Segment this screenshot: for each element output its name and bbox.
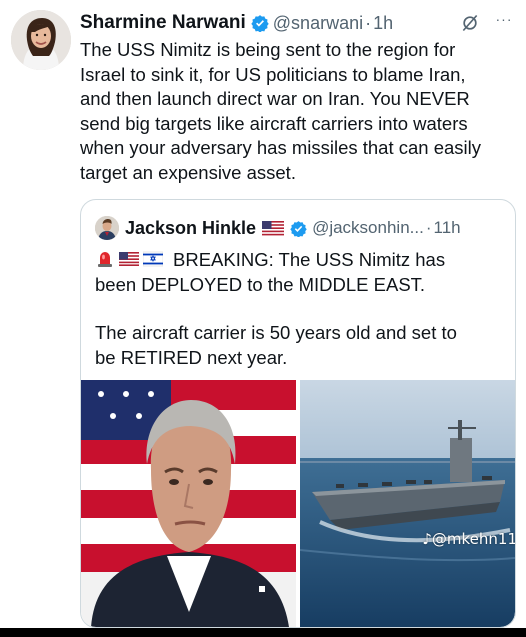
- author-avatar[interactable]: [11, 10, 71, 70]
- verified-badge-icon: [251, 15, 269, 32]
- tweet-text: The USS Nimitz is being sent to the regi…: [80, 38, 520, 185]
- tweet-text-line: target an expensive asset.: [80, 161, 296, 183]
- quoted-text-line-4: be RETIRED next year.: [95, 346, 288, 368]
- us-flag-icon: [262, 220, 285, 236]
- tweet-text-line: send big targets like aircraft carriers …: [80, 112, 468, 134]
- quoted-author-handle[interactable]: @jacksonhin...: [312, 218, 424, 238]
- quoted-text-line-2: been DEPLOYED to the MIDDLE EAST.: [95, 273, 426, 295]
- separator-dot: ·: [365, 12, 372, 33]
- media-grid: ♪@mkehn11: [81, 380, 515, 627]
- quoted-author-name[interactable]: Jackson Hinkle: [125, 218, 256, 239]
- quoted-tweet[interactable]: Jackson Hinkle @jacksonhin... · 11h BREA…: [80, 199, 516, 628]
- us-flag-emoji-icon: [119, 252, 139, 266]
- quoted-separator-dot: ·: [425, 218, 432, 237]
- siren-emoji-icon: [98, 252, 112, 267]
- quoted-text-line: BREAKING: The USS Nimitz has: [95, 248, 505, 273]
- quoted-tweet-text: BREAKING: The USS Nimitz has been DEPLOY…: [95, 248, 505, 370]
- author-handle[interactable]: @snarwani: [273, 13, 363, 34]
- tweet-text-line: Israel to sink it, for US politicians to…: [80, 63, 466, 85]
- tweet-header: Sharmine Narwani @snarwani · 1h ···: [80, 10, 516, 36]
- tweet-text-line: The USS Nimitz is being sent to the regi…: [80, 39, 456, 60]
- quoted-timestamp[interactable]: 11h: [434, 218, 461, 238]
- tiktok-watermark: ♪@mkehn11: [422, 530, 515, 548]
- author-name[interactable]: Sharmine Narwani: [80, 12, 246, 34]
- timestamp[interactable]: 1h: [373, 13, 393, 34]
- aircraft-carrier-photo[interactable]: ♪@mkehn11: [300, 380, 515, 627]
- tweet-text-line: when your adversary has missiles that ca…: [80, 137, 482, 158]
- israel-flag-emoji-icon: [143, 251, 163, 267]
- quoted-text-line-3: The aircraft carrier is 50 years old and…: [95, 322, 457, 343]
- emoji-group: [95, 250, 167, 268]
- quoted-text-line-1: BREAKING: The USS Nimitz has: [173, 249, 446, 270]
- more-options-icon[interactable]: ···: [492, 10, 516, 32]
- tweet[interactable]: Sharmine Narwani @snarwani · 1h ··· The …: [0, 0, 526, 628]
- grok-icon[interactable]: [460, 13, 480, 33]
- tweet-text-line: and then launch direct war on Iran. You …: [80, 88, 470, 109]
- portrait-photo[interactable]: [81, 380, 296, 627]
- quoted-tweet-header: Jackson Hinkle @jacksonhin... · 11h: [95, 214, 505, 242]
- quoted-author-avatar[interactable]: [95, 216, 119, 240]
- verified-badge-icon: [290, 220, 307, 237]
- bottom-bar: [0, 628, 526, 637]
